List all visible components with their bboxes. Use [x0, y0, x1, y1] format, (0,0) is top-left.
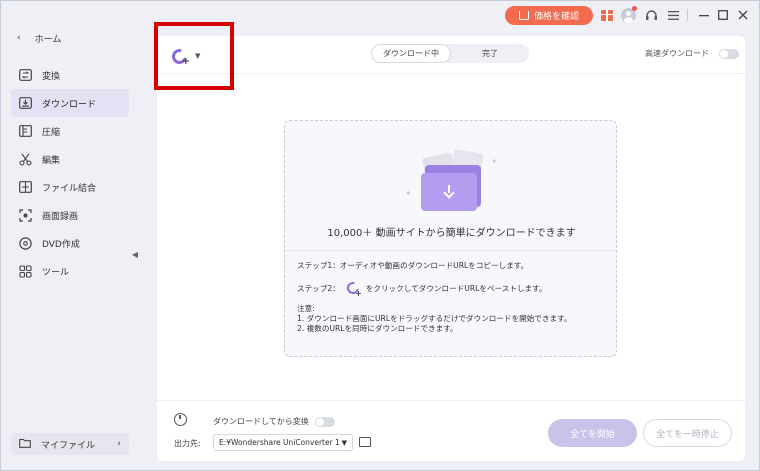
high-speed-label: 高速ダウンロード: [645, 49, 709, 58]
sidebar-item-label: 圧縮: [42, 127, 61, 138]
sidebar-nav: 変換 ダウンロード 圧縮 編集 ファイル結合 画面録画 DVD作成 ツール: [11, 61, 129, 285]
convert-after-label: ダウンロードしてから変換: [213, 417, 309, 426]
sidebar-item-edit[interactable]: 編集: [11, 145, 129, 173]
sparkle-icon: ✦: [405, 189, 412, 198]
folder-icon: [19, 438, 31, 451]
compress-icon: [19, 125, 32, 138]
note-item: 1. ダウンロード画面にURLをドラッグするだけでダウンロードを開始できます。: [297, 314, 572, 323]
sparkle-icon: ✦: [491, 157, 498, 166]
screen-record-icon: [19, 208, 32, 222]
my-files-button[interactable]: マイファイル ›: [11, 433, 129, 455]
tools-icon: [19, 264, 32, 278]
instruction-step-2: ステップ2： + をクリックしてダウンロードURLをペーストします。: [297, 279, 547, 298]
drop-zone-title: 10,000＋ 動画サイトから簡単にダウンロードできます: [327, 228, 576, 239]
minimize-icon[interactable]: [696, 7, 712, 23]
sidebar-item-label: 画面録画: [42, 211, 79, 222]
maximize-icon[interactable]: [715, 7, 731, 23]
sidebar-collapse-handle[interactable]: ◀: [130, 243, 140, 265]
drop-zone-divider: [285, 250, 618, 251]
chevron-left-icon: ‹: [17, 33, 21, 43]
convert-after-download: ダウンロードしてから変換: [213, 416, 335, 427]
check-price-button[interactable]: 価格を確認: [505, 6, 593, 25]
hamburger-menu-icon[interactable]: [665, 7, 681, 23]
sidebar-item-dvd[interactable]: DVD作成: [11, 229, 129, 257]
note-item: 2. 複数のURLを同時にダウンロードできます。: [297, 324, 458, 333]
note-title: 注意:: [297, 304, 315, 313]
chevron-right-icon: ›: [117, 439, 121, 449]
convert-after-toggle[interactable]: [314, 416, 335, 427]
open-folder-icon[interactable]: [359, 437, 371, 447]
titlebar-divider: [687, 9, 688, 21]
url-drop-zone[interactable]: ✦ ✦ 10,000＋ 動画サイトから簡単にダウンロードできます ステップ1：オ…: [284, 120, 618, 357]
instruction-step-1: ステップ1：オーディオや動画のダウンロードURLをコピーします。: [297, 261, 529, 270]
tab-completed[interactable]: 完了: [451, 44, 529, 63]
footer-divider: [157, 400, 745, 401]
output-path-value: E:¥Wondershare UniConverter 1: [219, 438, 340, 447]
download-tabs: ダウンロード中 完了: [371, 44, 529, 63]
convert-icon: [19, 69, 32, 82]
output-path-select[interactable]: E:¥Wondershare UniConverter 1 ▼: [213, 434, 353, 451]
timer-icon[interactable]: [174, 413, 187, 426]
step-2-suffix: をクリックしてダウンロードURLをペーストします。: [365, 283, 547, 293]
sidebar-item-label: DVD作成: [42, 239, 80, 250]
sidebar-item-label: 編集: [42, 155, 61, 166]
step-2-prefix: ステップ2：: [297, 283, 340, 293]
cart-icon: [518, 11, 529, 20]
sidebar-item-compress[interactable]: 圧縮: [11, 117, 129, 145]
tab-downloading[interactable]: ダウンロード中: [371, 44, 451, 63]
link-add-icon: +: [344, 279, 362, 298]
sidebar-item-label: ツール: [42, 267, 70, 278]
merge-icon: [19, 181, 32, 194]
download-arrow-icon: [443, 185, 455, 199]
headset-icon[interactable]: [643, 7, 659, 23]
account-avatar[interactable]: [620, 6, 637, 23]
sidebar-item-screen-record[interactable]: 画面録画: [11, 201, 129, 229]
sidebar-item-convert[interactable]: 変換: [11, 61, 129, 89]
sidebar-item-download[interactable]: ダウンロード: [11, 89, 129, 117]
output-location-label: 出力先:: [174, 439, 201, 448]
toolbar-divider: [157, 73, 745, 74]
download-icon: [19, 97, 32, 110]
sidebar-item-label: 変換: [42, 71, 61, 82]
high-speed-download: 高速ダウンロード: [645, 48, 739, 59]
highlight-box: [154, 22, 234, 90]
notes: 注意: 1. ダウンロード画面にURLをドラッグするだけでダウンロードを開始でき…: [297, 304, 572, 334]
check-price-label: 価格を確認: [533, 12, 579, 22]
close-icon[interactable]: [735, 7, 751, 23]
notification-dot: [632, 6, 637, 11]
disc-icon: [19, 236, 32, 250]
start-all-button[interactable]: 全てを開始: [548, 419, 637, 447]
download-panel: + ▼ ダウンロード中 完了 高速ダウンロード ✦ ✦ 10,000＋ 動画サイ…: [157, 36, 745, 461]
pause-all-button[interactable]: 全てを一時停止: [643, 419, 732, 447]
sidebar-item-label: ファイル結合: [42, 183, 97, 194]
high-speed-toggle[interactable]: [719, 48, 739, 59]
gift-icon[interactable]: [599, 7, 615, 23]
title-bar: 価格を確認: [1, 1, 760, 31]
chevron-down-icon: ▼: [341, 438, 347, 447]
home-back-button[interactable]: ‹ ホーム: [17, 31, 61, 45]
home-label: ホーム: [34, 34, 62, 45]
sidebar-item-label: ダウンロード: [42, 99, 97, 110]
app-window: 価格を確認 ‹ ホーム 変換 ダウンロード 圧縮 編集 ファイル結合 画面録画 …: [0, 0, 760, 471]
download-folder-illustration: ✦ ✦: [403, 148, 501, 213]
scissors-icon: [19, 153, 32, 166]
sidebar-item-merge[interactable]: ファイル結合: [11, 173, 129, 201]
my-files-label: マイファイル: [41, 440, 96, 451]
sidebar-item-tools[interactable]: ツール: [11, 257, 129, 285]
sidebar: ‹ ホーム 変換 ダウンロード 圧縮 編集 ファイル結合 画面録画 DVD作成 …: [1, 31, 139, 471]
